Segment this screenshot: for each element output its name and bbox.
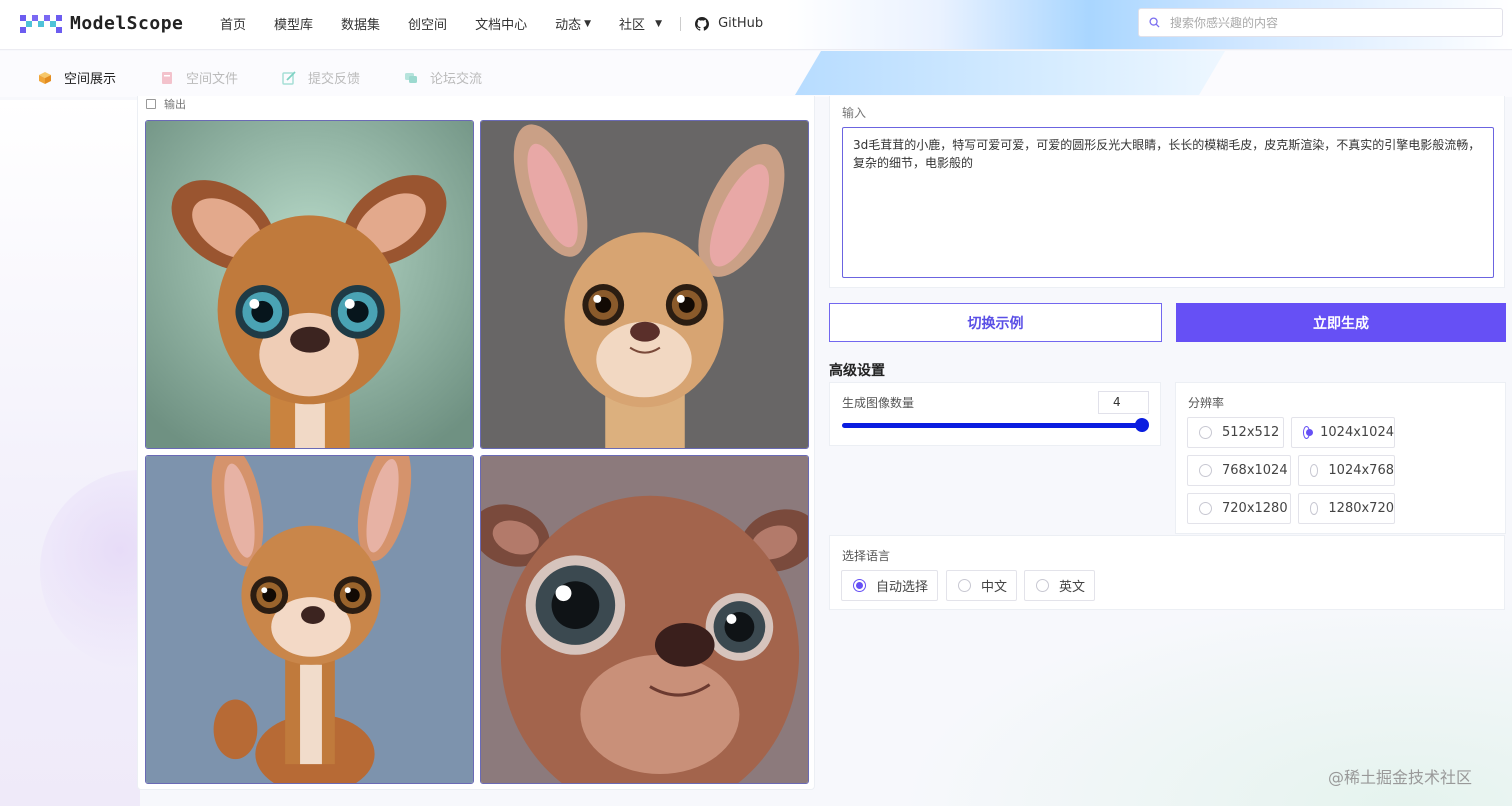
- nav-item-community[interactable]: 社区 ▼: [619, 14, 662, 33]
- tab-label: 空间文件: [186, 72, 239, 87]
- nav-item-studios[interactable]: 创空间: [408, 14, 447, 33]
- radio-icon: [1036, 579, 1049, 592]
- logo[interactable]: ModelScope: [20, 11, 183, 35]
- output-gallery: [145, 120, 809, 784]
- language-option-chinese[interactable]: 中文: [946, 570, 1017, 601]
- option-label: 720x1280: [1222, 501, 1288, 516]
- output-image[interactable]: [145, 120, 474, 449]
- search-icon: [1149, 17, 1160, 28]
- tab-label: 论坛交流: [430, 72, 483, 87]
- search-input[interactable]: 搜索你感兴趣的内容: [1138, 8, 1503, 37]
- resolution-panel: 分辨率 512x512 1024x1024 768x1024 1024x768 …: [1175, 382, 1506, 534]
- language-panel: 选择语言 自动选择 中文 英文: [829, 535, 1505, 610]
- image-count-input[interactable]: 4: [1098, 391, 1149, 414]
- creature-image-4: [481, 456, 808, 783]
- image-icon: [146, 99, 156, 109]
- deer-image-1: [146, 121, 473, 448]
- option-label: 英文: [1059, 580, 1086, 595]
- resolution-option-1024x1024[interactable]: 1024x1024: [1291, 417, 1395, 448]
- resolution-option-1024x768[interactable]: 1024x768: [1298, 455, 1395, 486]
- radio-icon: [1199, 464, 1212, 477]
- image-count-label: 生成图像数量: [842, 396, 915, 410]
- output-panel: 输出: [137, 96, 815, 790]
- logo-text: ModelScope: [70, 12, 184, 34]
- edit-icon: [282, 70, 296, 85]
- tab-submit-feedback[interactable]: 提交反馈: [282, 68, 360, 87]
- option-label: 1024x768: [1328, 463, 1394, 478]
- file-icon: [162, 71, 173, 84]
- output-image[interactable]: [480, 455, 809, 784]
- option-label: 768x1024: [1222, 463, 1288, 478]
- slider-handle[interactable]: [1135, 418, 1149, 432]
- language-label: 选择语言: [842, 549, 891, 563]
- option-label: 1280x720: [1328, 501, 1394, 516]
- radio-icon: [1199, 426, 1212, 439]
- nav-item-home[interactable]: 首页: [220, 14, 246, 33]
- search-placeholder: 搜索你感兴趣的内容: [1170, 16, 1279, 30]
- radio-icon: [1310, 464, 1319, 477]
- github-icon: [695, 16, 710, 31]
- decorative-stripe: [795, 51, 1225, 95]
- language-option-english[interactable]: 英文: [1024, 570, 1095, 601]
- prompt-textarea[interactable]: 3d毛茸茸的小鹿，特写可爱可爱，可爱的圆形反光大眼睛，长长的模糊毛皮，皮克斯渲染…: [842, 127, 1494, 278]
- nav-label: GitHub: [718, 16, 764, 31]
- tab-label: 空间展示: [64, 72, 117, 87]
- watermark-text: @稀土掘金技术社区: [1328, 768, 1473, 787]
- nav-label: 创空间: [408, 18, 448, 33]
- nav-label: 动态: [555, 18, 582, 33]
- cube-icon: [39, 71, 51, 84]
- output-image[interactable]: [145, 455, 474, 784]
- tab-label: 提交反馈: [308, 72, 361, 87]
- radio-icon: [958, 579, 971, 592]
- nav-item-datasets[interactable]: 数据集: [341, 14, 380, 33]
- nav-item-github[interactable]: GitHub: [695, 16, 763, 31]
- modelscope-logo-icon: [20, 15, 62, 33]
- option-label: 中文: [981, 580, 1008, 595]
- image-count-panel: 生成图像数量 4: [829, 382, 1161, 446]
- output-header: 输出: [146, 96, 186, 112]
- language-option-auto[interactable]: 自动选择: [841, 570, 938, 601]
- chat-icon: [405, 72, 418, 83]
- radio-selected-icon: [1303, 426, 1314, 439]
- nav-label: 数据集: [341, 18, 381, 33]
- deer-image-2: [481, 121, 808, 448]
- image-count-slider[interactable]: [842, 423, 1148, 428]
- nav-label: 文档中心: [475, 18, 528, 33]
- input-panel: 输入 3d毛茸茸的小鹿，特写可爱可爱，可爱的圆形反光大眼睛，长长的模糊毛皮，皮克…: [829, 96, 1505, 288]
- nav-label: 社区: [619, 18, 646, 33]
- nav-item-docs[interactable]: 文档中心: [475, 14, 527, 33]
- radio-icon: [1199, 502, 1212, 515]
- nav-item-models[interactable]: 模型库: [274, 14, 313, 33]
- switch-example-button[interactable]: 切换示例: [829, 303, 1162, 342]
- main-nav: 首页 模型库 数据集 创空间 文档中心 动态 ▼ 社区 ▼ GitHub: [220, 14, 791, 33]
- deer-image-3: [146, 456, 473, 783]
- resolution-option-768x1024[interactable]: 768x1024: [1187, 455, 1291, 486]
- tab-space-showcase[interactable]: 空间展示: [38, 68, 116, 87]
- output-label: 输出: [164, 98, 186, 111]
- studio-tabs: 空间展示 空间文件 提交反馈 论坛交流: [38, 68, 526, 87]
- resolution-option-720x1280[interactable]: 720x1280: [1187, 493, 1291, 524]
- tab-forum[interactable]: 论坛交流: [404, 68, 482, 87]
- nav-label: 首页: [220, 18, 247, 33]
- resolution-option-1280x720[interactable]: 1280x720: [1298, 493, 1395, 524]
- nav-divider: [680, 16, 682, 31]
- advanced-settings-title: 高级设置: [829, 363, 885, 379]
- option-label: 1024x1024: [1320, 425, 1394, 440]
- option-label: 512x512: [1222, 425, 1280, 440]
- caret-down-icon: ▼: [584, 18, 592, 29]
- option-label: 自动选择: [876, 580, 929, 595]
- page-background-left: [0, 100, 140, 806]
- caret-down-icon: ▼: [655, 18, 663, 29]
- radio-selected-icon: [853, 579, 866, 592]
- nav-label: 模型库: [274, 18, 314, 33]
- top-navigation-bar: ModelScope 首页 模型库 数据集 创空间 文档中心 动态 ▼ 社区 ▼ …: [0, 0, 1512, 50]
- generate-button[interactable]: 立即生成: [1176, 303, 1506, 342]
- input-label: 输入: [842, 106, 867, 120]
- output-image[interactable]: [480, 120, 809, 449]
- radio-icon: [1310, 502, 1319, 515]
- resolution-option-512x512[interactable]: 512x512: [1187, 417, 1284, 448]
- tab-space-files[interactable]: 空间文件: [160, 68, 238, 87]
- nav-item-news[interactable]: 动态 ▼: [555, 14, 591, 33]
- resolution-label: 分辨率: [1188, 396, 1225, 410]
